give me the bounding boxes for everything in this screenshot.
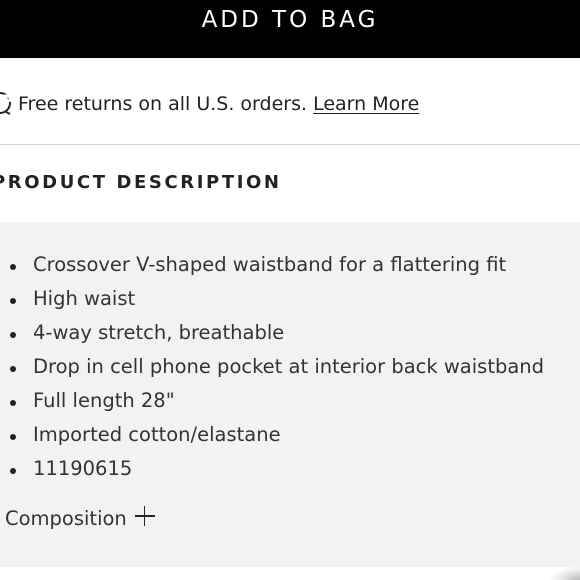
list-item: 4-way stretch, breathable <box>0 318 580 352</box>
bullet-icon <box>10 332 16 338</box>
add-to-bag-label: ADD TO BAG <box>201 7 379 33</box>
bullet-icon <box>10 298 16 304</box>
bullet-icon <box>10 468 16 474</box>
list-item-text: Crossover V-shaped waistband for a flatt… <box>33 253 507 276</box>
description-bullet-list: Crossover V-shaped waistband for a flatt… <box>0 250 580 488</box>
list-item-text: 4-way stretch, breathable <box>33 321 285 344</box>
free-returns-banner: Free returns on all U.S. orders. Learn M… <box>0 58 580 145</box>
returns-message: Free returns on all U.S. orders. Learn M… <box>18 92 419 116</box>
list-item-text: 11190615 <box>33 457 133 480</box>
list-item: Crossover V-shaped waistband for a flatt… <box>0 250 580 284</box>
composition-label: Composition <box>5 506 127 530</box>
learn-more-link[interactable]: Learn More <box>313 93 419 115</box>
plus-icon <box>134 506 155 526</box>
list-item: 11190615 <box>0 454 580 488</box>
product-description-title: PRODUCT DESCRIPTION <box>0 172 282 193</box>
bullet-icon <box>10 264 16 270</box>
returns-icon <box>0 92 12 115</box>
returns-text: Free returns on all U.S. orders. <box>18 93 308 115</box>
product-detail-page: ADD TO BAG Free returns on all U.S. orde… <box>0 0 580 580</box>
list-item-text: Full length 28" <box>33 389 175 412</box>
list-item-text: Imported cotton/elastane <box>33 423 281 446</box>
list-item: Full length 28" <box>0 386 580 420</box>
product-description-panel: Crossover V-shaped waistband for a flatt… <box>0 222 580 567</box>
bottom-divider <box>0 567 580 580</box>
bullet-icon <box>10 366 16 372</box>
add-to-bag-button[interactable]: ADD TO BAG <box>0 0 580 58</box>
composition-toggle[interactable]: Composition <box>5 503 155 533</box>
bullet-icon <box>10 400 16 406</box>
bullet-icon <box>10 434 16 440</box>
list-item-text: Drop in cell phone pocket at interior ba… <box>33 355 545 378</box>
product-description-header[interactable]: PRODUCT DESCRIPTION <box>0 146 580 222</box>
list-item: Drop in cell phone pocket at interior ba… <box>0 352 580 386</box>
list-item-text: High waist <box>33 287 136 310</box>
list-item: Imported cotton/elastane <box>0 420 580 454</box>
list-item: High waist <box>0 284 580 318</box>
